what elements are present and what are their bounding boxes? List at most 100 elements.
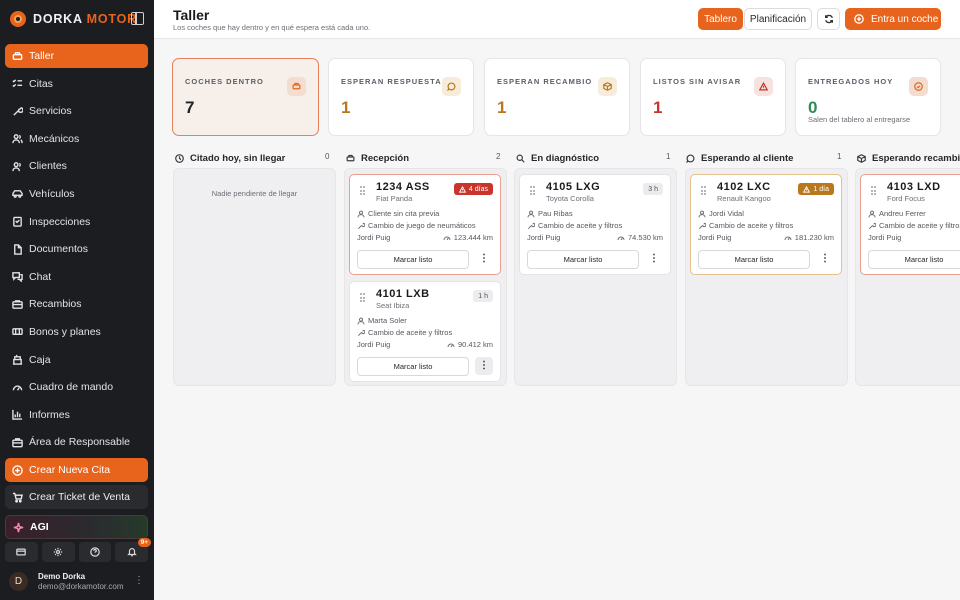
card-customer: Jordi Vidal — [698, 209, 744, 218]
help-button[interactable] — [78, 542, 112, 562]
more-vertical-icon[interactable]: ⋮ — [134, 575, 144, 586]
card-service: Cambio de juego de neumáticos — [357, 221, 476, 230]
card-mechanic: Jordi Puig — [698, 233, 732, 242]
drag-handle-icon[interactable] — [871, 186, 877, 195]
sidebar-item-taller[interactable]: Taller — [5, 44, 148, 68]
car-card[interactable]: 4101 LXB Seat Ibiza 1 h Marta Soler Camb… — [349, 281, 501, 382]
sidebar-item-informes[interactable]: Informes — [5, 403, 148, 427]
column-count: 0 — [325, 152, 330, 161]
column-title: Esperando recambio — [872, 152, 960, 164]
create-ticket-button[interactable]: Crear Ticket de Venta — [5, 485, 148, 509]
stat-awaiting-response[interactable]: ESPERAN RESPUESTA 1 — [328, 58, 474, 136]
brand[interactable]: DORKA MOTOR — [10, 10, 144, 28]
card-menu-button[interactable]: ⋮ — [475, 250, 493, 268]
stat-awaiting-parts[interactable]: ESPERAN RECAMBIO 1 — [484, 58, 630, 136]
sidebar-item-clientes[interactable]: Clientes — [5, 154, 148, 178]
stat-label: COCHES DENTRO — [185, 77, 264, 86]
create-appointment-button[interactable]: Crear Nueva Cita — [5, 458, 148, 482]
drag-handle-icon[interactable] — [360, 293, 366, 302]
mark-ready-button[interactable]: Marcar listo — [698, 250, 810, 269]
mark-ready-button[interactable]: Marcar listo — [357, 250, 469, 269]
page-title: Taller — [173, 7, 210, 23]
sidebar-item-citas[interactable]: Citas — [5, 72, 148, 96]
wrench-icon — [868, 222, 876, 229]
reports-icon — [12, 409, 23, 420]
car-card[interactable]: 1234 ASS Fiat Panda 4 días Cliente sin c… — [349, 174, 501, 275]
sidebar-item-documentos[interactable]: Documentos — [5, 237, 148, 261]
view-board-button[interactable]: Tablero — [698, 8, 743, 30]
chat-icon — [12, 271, 23, 283]
gauge-icon — [784, 236, 792, 240]
cash-register-icon — [12, 354, 23, 365]
stat-ready-not-notified[interactable]: LISTOS SIN AVISAR 1 — [640, 58, 786, 136]
car-check-in-button[interactable]: Entra un coche — [845, 8, 941, 30]
sidebar: DORKA MOTOR Taller Citas Servicios Mecán… — [0, 0, 154, 600]
card-menu-button[interactable]: ⋮ — [475, 357, 493, 375]
user-icon — [527, 210, 535, 217]
card-mileage: 90.412 km — [447, 340, 493, 349]
calendar-list-icon — [12, 78, 23, 89]
sidebar-item-label: Informes — [29, 408, 70, 421]
column-title: Esperando al cliente — [701, 152, 794, 164]
user-icon — [357, 317, 365, 324]
drag-handle-icon[interactable] — [530, 186, 536, 195]
sidebar-item-label: Servicios — [29, 105, 72, 118]
sidebar-item-recambios[interactable]: Recambios — [5, 292, 148, 316]
gauge-icon — [443, 236, 451, 240]
card-plate: 4102 LXC — [717, 181, 771, 193]
sidebar-item-bonos[interactable]: Bonos y planes — [5, 320, 148, 344]
sidebar-item-label: Área de Responsable — [29, 436, 130, 449]
drag-handle-icon[interactable] — [360, 186, 366, 195]
wrench-icon — [357, 329, 365, 336]
settings-button[interactable] — [41, 542, 75, 562]
notifications-button[interactable]: 9+ — [115, 538, 151, 562]
column-header-diagnosis: En diagnóstico — [516, 152, 599, 164]
mark-ready-button[interactable]: Marcar listo — [357, 357, 469, 376]
mark-ready-button[interactable]: Marcar listo — [868, 250, 960, 269]
user-icon — [868, 210, 876, 217]
sidebar-item-chat[interactable]: Chat — [5, 265, 148, 289]
agi-button[interactable]: AGI — [5, 515, 148, 539]
stat-cars-inside[interactable]: COCHES DENTRO 7 — [172, 58, 319, 136]
refresh-icon — [824, 14, 833, 24]
column-waiting-client: 4102 LXC Renault Kangoo 1 día Jordi Vida… — [685, 168, 848, 386]
car-card[interactable]: 4102 LXC Renault Kangoo 1 día Jordi Vida… — [690, 174, 842, 275]
sidebar-item-caja[interactable]: Caja — [5, 348, 148, 372]
avatar: D — [9, 571, 28, 591]
view-planning-button[interactable]: Planificación — [744, 8, 812, 30]
user-profile[interactable]: D Demo Dorka demo@dorkamotor.com ⋮ — [9, 570, 149, 592]
page-subtitle: Los coches que hay dentro y en qué esper… — [173, 23, 371, 32]
car-icon — [346, 154, 355, 161]
card-customer: Marta Soler — [357, 316, 407, 325]
car-card[interactable]: 4105 LXG Toyota Corolla 3 h Pau Ribas Ca… — [519, 174, 671, 275]
drag-handle-icon[interactable] — [701, 186, 707, 195]
stat-value: 1 — [341, 98, 351, 117]
card-menu-button[interactable]: ⋮ — [816, 250, 834, 268]
check-circle-icon — [909, 77, 928, 96]
clock-icon — [175, 153, 184, 163]
card-tool-button[interactable] — [5, 542, 38, 562]
sidebar-item-cuadro-de-mando[interactable]: Cuadro de mando — [5, 375, 148, 399]
stat-delivered-today[interactable]: ENTREGADOS HOY 0 Salen del tablero al en… — [795, 58, 941, 136]
sidebar-item-vehiculos[interactable]: Vehículos — [5, 182, 148, 206]
card-customer: Andreu Ferrer — [868, 209, 926, 218]
card-model: Renault Kangoo — [717, 194, 771, 203]
sidebar-item-servicios[interactable]: Servicios — [5, 99, 148, 123]
refresh-button[interactable] — [817, 8, 840, 30]
mark-ready-button[interactable]: Marcar listo — [527, 250, 639, 269]
car-card[interactable]: 4103 LXD Ford Focus Andreu Ferrer Cambio… — [860, 174, 960, 275]
card-menu-button[interactable]: ⋮ — [645, 250, 663, 268]
sidebar-item-area-responsable[interactable]: Área de Responsable — [5, 430, 148, 454]
card-service: Cambio de aceite y filtros — [527, 221, 622, 230]
sidebar-collapse-icon[interactable] — [131, 12, 144, 25]
sidebar-item-mecanicos[interactable]: Mecánicos — [5, 127, 148, 151]
sidebar-item-label: Taller — [29, 50, 55, 62]
column-header-waiting-parts: Esperando recambio — [857, 152, 960, 164]
sidebar-item-inspecciones[interactable]: Inspecciones — [5, 210, 148, 234]
time-badge: 4 días — [453, 183, 493, 195]
sidebar-item-label: Bonos y planes — [29, 325, 101, 338]
plus-circle-icon — [854, 14, 864, 24]
column-count: 1 — [837, 152, 842, 161]
card-model: Ford Focus — [887, 194, 925, 203]
user-icon — [357, 210, 365, 217]
